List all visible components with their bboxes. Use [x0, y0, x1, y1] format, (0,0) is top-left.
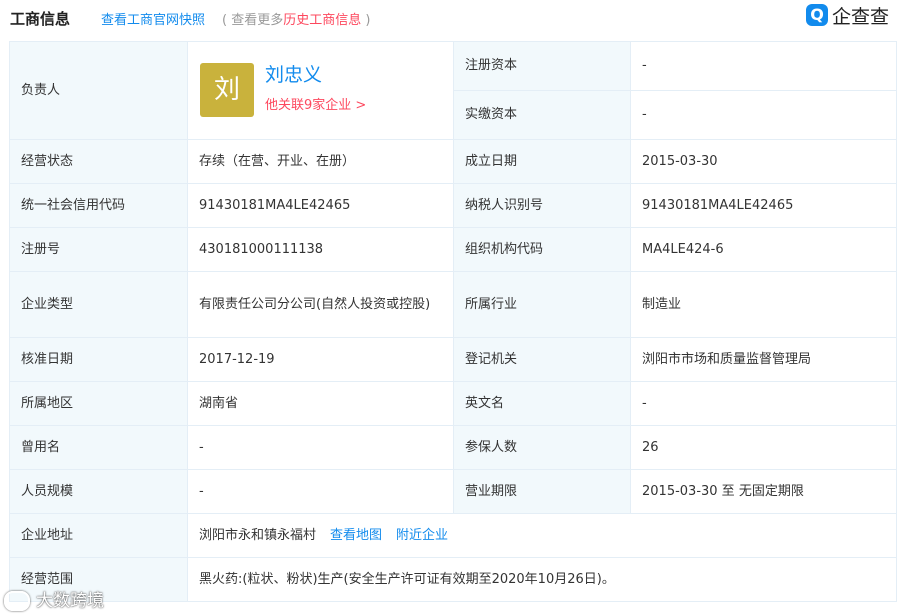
person-name-link[interactable]: 刘忠义: [265, 65, 322, 85]
watermark-text: 大数跨境: [36, 591, 104, 611]
business-info-table: 负责人 刘 刘忠义 他关联9家企业 > 注册资本 - 实缴资本 - 经营状态 存…: [9, 41, 897, 602]
business-scope-value: 黑火药:(粒状、粉状)生产(安全生产许可证有效期至2020年10月26日)。: [187, 557, 897, 602]
industry-value: 制造业: [630, 271, 897, 338]
table-row: 企业类型 有限责任公司分公司(自然人投资或控股) 所属行业 制造业: [9, 271, 897, 338]
company-type-value: 有限责任公司分公司(自然人投资或控股): [187, 271, 454, 338]
address-value: 浏阳市永和镇永福村: [199, 527, 317, 543]
nearby-companies-link[interactable]: 附近企业: [396, 528, 448, 543]
watermark-logo-icon: [4, 591, 30, 611]
table-row: 统一社会信用代码 91430181MA4LE42465 纳税人识别号 91430…: [9, 183, 897, 228]
history-info-hint: ( 查看更多历史工商信息 ): [222, 9, 370, 28]
reg-no-value: 430181000111138: [187, 227, 454, 272]
official-snapshot-link[interactable]: 查看工商官网快照: [101, 9, 205, 28]
approval-date-label: 核准日期: [9, 337, 188, 382]
former-name-value: -: [187, 425, 454, 470]
insured-count-label: 参保人数: [453, 425, 631, 470]
reg-capital-label: 注册资本: [453, 41, 631, 91]
industry-label: 所属行业: [453, 271, 631, 338]
table-row: 企业地址 浏阳市永和镇永福村 查看地图 附近企业: [9, 513, 897, 558]
company-type-label: 企业类型: [9, 271, 188, 338]
taxpayer-id-label: 纳税人识别号: [453, 183, 631, 228]
credit-code-value: 91430181MA4LE42465: [187, 183, 454, 228]
reg-capital-value: -: [630, 41, 897, 91]
region-value: 湖南省: [187, 381, 454, 426]
org-code-value: MA4LE424-6: [630, 227, 897, 272]
history-info-link[interactable]: 历史工商信息: [283, 13, 361, 28]
address-label: 企业地址: [9, 513, 188, 558]
table-row: 曾用名 - 参保人数 26: [9, 425, 897, 470]
section-header: 工商信息 查看工商官网快照 ( 查看更多历史工商信息 ) Q 企查查: [0, 0, 911, 36]
former-name-label: 曾用名: [9, 425, 188, 470]
table-row: 所属地区 湖南省 英文名 -: [9, 381, 897, 426]
approval-date-value: 2017-12-19: [187, 337, 454, 382]
view-map-link[interactable]: 查看地图: [330, 528, 382, 543]
table-row: 核准日期 2017-12-19 登记机关 浏阳市市场和质量监督管理局: [9, 337, 897, 382]
english-name-value: -: [630, 381, 897, 426]
history-prefix: ( 查看更多: [222, 13, 284, 28]
org-code-label: 组织机构代码: [453, 227, 631, 272]
history-suffix: ): [361, 13, 371, 28]
taxpayer-id-value: 91430181MA4LE42465: [630, 183, 897, 228]
english-name-label: 英文名: [453, 381, 631, 426]
authority-label: 登记机关: [453, 337, 631, 382]
avatar: 刘: [200, 62, 254, 117]
region-label: 所属地区: [9, 381, 188, 426]
table-row: 负责人 刘 刘忠义 他关联9家企业 > 注册资本 -: [9, 41, 897, 140]
status-label: 经营状态: [9, 139, 188, 184]
watermark: 大数跨境: [4, 586, 104, 611]
related-companies-link[interactable]: 他关联9家企业 >: [265, 96, 366, 116]
business-term-value: 2015-03-30 至 无固定期限: [630, 469, 897, 514]
authority-value: 浏阳市市场和质量监督管理局: [630, 337, 897, 382]
address-cell: 浏阳市永和镇永福村 查看地图 附近企业: [187, 513, 897, 558]
founded-label: 成立日期: [453, 139, 631, 184]
founded-value: 2015-03-30: [630, 139, 897, 184]
table-row: 注册号 430181000111138 组织机构代码 MA4LE424-6: [9, 227, 897, 272]
status-value: 存续（在营、开业、在册）: [187, 139, 454, 184]
qichacha-icon: Q: [806, 4, 828, 26]
staff-size-value: -: [187, 469, 454, 514]
insured-count-value: 26: [630, 425, 897, 470]
table-row: 人员规模 - 营业期限 2015-03-30 至 无固定期限: [9, 469, 897, 514]
business-term-label: 营业期限: [453, 469, 631, 514]
table-row: 经营状态 存续（在营、开业、在册） 成立日期 2015-03-30: [9, 139, 897, 184]
section-title: 工商信息: [10, 10, 71, 28]
responsible-person-label: 负责人: [9, 41, 188, 140]
paid-capital-label: 实缴资本: [453, 90, 631, 140]
staff-size-label: 人员规模: [9, 469, 188, 514]
logo-text: 企查查: [832, 6, 890, 28]
reg-no-label: 注册号: [9, 227, 188, 272]
table-row: 经营范围 黑火药:(粒状、粉状)生产(安全生产许可证有效期至2020年10月26…: [9, 557, 897, 602]
paid-capital-value: -: [630, 90, 897, 140]
responsible-person-cell: 刘 刘忠义 他关联9家企业 >: [187, 41, 454, 140]
credit-code-label: 统一社会信用代码: [9, 183, 188, 228]
